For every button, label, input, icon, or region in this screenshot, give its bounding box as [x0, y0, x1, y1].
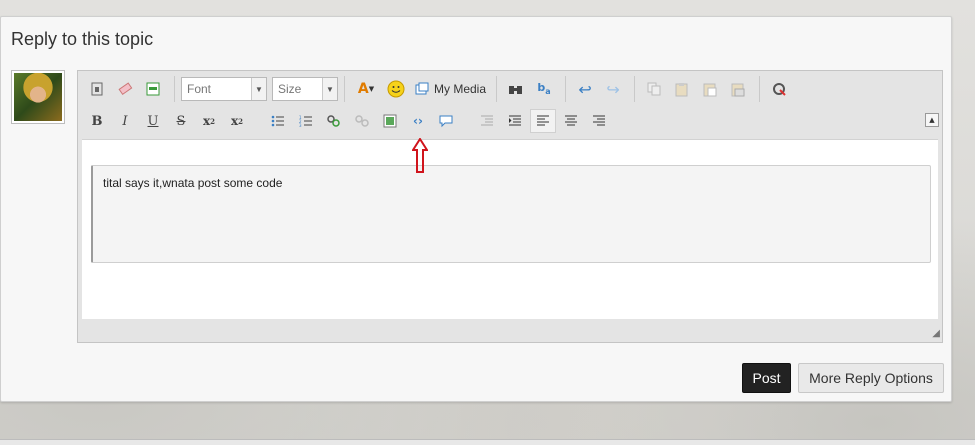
- my-media-icon: [415, 82, 429, 95]
- align-right-icon[interactable]: [586, 109, 612, 133]
- reply-panel: Reply to this topic Font ▼ Size ▼ A ▼ My…: [0, 16, 952, 402]
- bold-icon[interactable]: B: [84, 109, 110, 133]
- indent-icon[interactable]: [502, 109, 528, 133]
- size-select-label: Size: [278, 82, 302, 96]
- avatar: [11, 70, 65, 124]
- toolbar-row-1: Font ▼ Size ▼ A ▼ My Media ba ↩ ↪: [78, 73, 942, 105]
- unlink-icon[interactable]: [349, 109, 375, 133]
- paste-special-icon[interactable]: [725, 77, 751, 101]
- chevron-down-icon: ▼: [322, 78, 337, 100]
- editor-content-area[interactable]: tital says it,wnata post some code: [82, 139, 938, 319]
- paste-icon[interactable]: [669, 77, 695, 101]
- toolbar-separator: [174, 76, 175, 102]
- find-icon[interactable]: [503, 77, 529, 101]
- toolbar-separator: [759, 76, 761, 102]
- underline-icon[interactable]: U: [140, 109, 166, 133]
- paste-text-icon[interactable]: [140, 77, 166, 101]
- my-media-button[interactable]: My Media: [411, 77, 490, 101]
- replace-icon[interactable]: ba: [531, 77, 557, 101]
- align-left-icon[interactable]: [530, 109, 556, 133]
- quote-icon[interactable]: [433, 109, 459, 133]
- chevron-down-icon: ▼: [251, 78, 266, 100]
- editor-text: tital says it,wnata post some code: [103, 176, 283, 190]
- text-color-icon[interactable]: A ▼: [351, 77, 381, 101]
- italic-icon[interactable]: I: [112, 109, 138, 133]
- toolbar-separator: [496, 76, 498, 102]
- font-select-label: Font: [187, 82, 212, 96]
- subscript-icon[interactable]: x2: [196, 109, 222, 133]
- eraser-icon[interactable]: [112, 77, 138, 101]
- outdent-icon[interactable]: [474, 109, 500, 133]
- font-select[interactable]: Font ▼: [181, 77, 267, 101]
- editor-text-block[interactable]: tital says it,wnata post some code: [91, 165, 931, 263]
- bullet-list-icon[interactable]: [265, 109, 291, 133]
- page-footer-strip: [0, 439, 975, 445]
- source-icon[interactable]: [84, 77, 110, 101]
- copy-icon[interactable]: [641, 77, 667, 101]
- svg-text:3: 3: [299, 123, 302, 127]
- numbered-list-icon[interactable]: 123: [293, 109, 319, 133]
- resize-grip-icon[interactable]: ◢: [928, 328, 940, 340]
- spellcheck-icon[interactable]: [766, 77, 792, 101]
- toolbar-row-2: B I U S x2 x2 123 ‹›: [78, 105, 942, 137]
- toolbar-separator: [634, 76, 636, 102]
- avatar-image: [14, 73, 62, 121]
- panel-title: Reply to this topic: [11, 29, 154, 49]
- annotation-arrow-icon: [411, 137, 429, 174]
- more-reply-options-button[interactable]: More Reply Options: [798, 363, 944, 393]
- collapse-toolbar-button[interactable]: ▲: [925, 113, 939, 127]
- my-media-label: My Media: [434, 82, 487, 96]
- align-center-icon[interactable]: [558, 109, 584, 133]
- rich-text-editor: Font ▼ Size ▼ A ▼ My Media ba ↩ ↪ B I U …: [77, 70, 943, 343]
- paste-word-icon[interactable]: [697, 77, 723, 101]
- smiley-icon[interactable]: [383, 77, 409, 101]
- superscript-icon[interactable]: x2: [224, 109, 250, 133]
- redo-icon[interactable]: ↪: [600, 77, 626, 101]
- post-button[interactable]: Post: [742, 363, 791, 393]
- code-icon[interactable]: ‹›: [405, 109, 431, 133]
- toolbar-separator: [565, 76, 567, 102]
- undo-icon[interactable]: ↩: [572, 77, 598, 101]
- link-icon[interactable]: [321, 109, 347, 133]
- size-select[interactable]: Size ▼: [272, 77, 338, 101]
- strikethrough-icon[interactable]: S: [168, 109, 194, 133]
- image-icon[interactable]: [377, 109, 403, 133]
- toolbar-separator: [344, 76, 345, 102]
